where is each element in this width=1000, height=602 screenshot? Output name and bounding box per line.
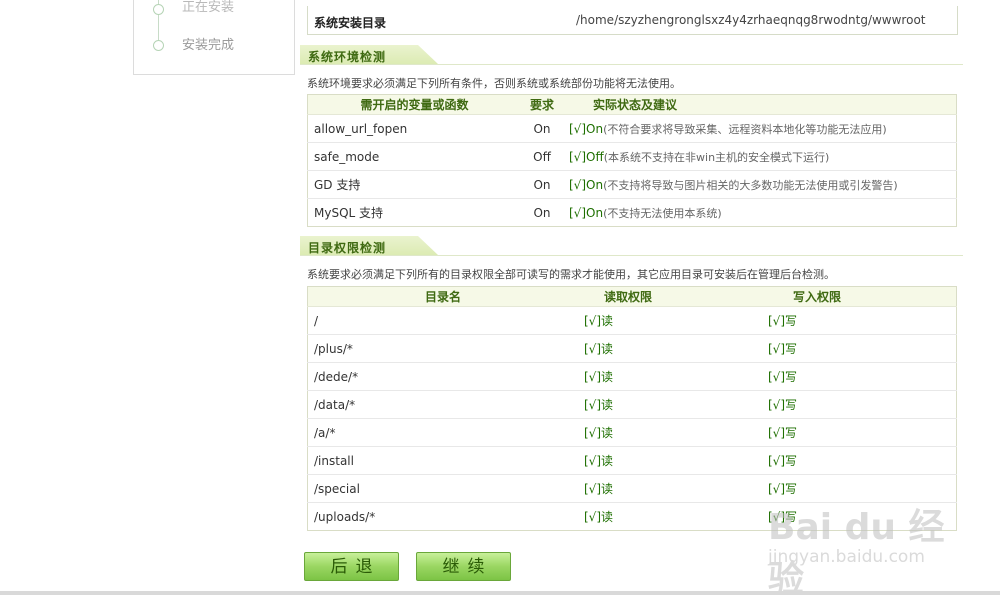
bottom-divider [0,591,1000,595]
env-status-cell: [√]On(不支持将导致与图片相关的大多数功能无法使用或引发警告) [563,170,957,199]
write-permission: [√]写 [678,306,957,335]
env-requirement: On [521,170,563,199]
perm-section-heading: 目录权限检测 [300,236,963,256]
table-row: /a/* [√]读 [√]写 [307,418,957,447]
column-header: 要求 [521,94,563,115]
read-permission: [√]读 [578,418,678,447]
env-var-name: safe_mode [307,142,521,171]
table-row: / [√]读 [√]写 [307,306,957,335]
env-status-cell: [√]On(不支持无法使用本系统) [563,199,957,227]
env-note: (不符合要求将导致采集、远程资料本地化等功能无法应用) [603,122,887,136]
table-row: /install [√]读 [√]写 [307,446,957,475]
env-section-title: 系统环境检测 [308,50,387,64]
dir-name: /dede/* [307,362,578,391]
table-row: GD 支持 On [√]On(不支持将导致与图片相关的大多数功能无法使用或引发警… [307,170,957,199]
env-note: (不支持无法使用本系统) [603,206,722,220]
read-permission: [√]读 [578,306,678,335]
dir-name: /install [307,446,578,475]
column-header: 目录名 [307,286,578,307]
dir-name: / [307,306,578,335]
table-row: MySQL 支持 On [√]On(不支持无法使用本系统) [308,199,957,227]
perm-section-description: 系统要求必须满足下列所有的目录权限全部可读写的需求才能使用，其它应用目录可安装后… [307,268,835,281]
env-status: [√]Off [569,149,604,164]
table-row: safe_mode Off [√]Off(本系统不支持在非win主机的安全模式下… [307,142,957,171]
table-header-row: 需开启的变量或函数 要求 实际状态及建议 [307,94,957,115]
dir-name: /data/* [307,390,578,419]
env-status-cell: [√]Off(本系统不支持在非win主机的安全模式下运行) [563,142,957,171]
env-status: [√]On [569,121,604,136]
dir-name: /a/* [307,418,578,447]
install-steps-panel: 正在安装 安装完成 [133,0,295,75]
env-var-name: GD 支持 [307,170,521,199]
env-requirement: On [533,205,551,220]
write-permission: [√]写 [678,418,957,447]
read-permission: [√]读 [578,474,678,503]
table-row: /data/* [√]读 [√]写 [307,390,957,419]
write-permission: [√]写 [678,334,957,363]
continue-button[interactable]: 继续 [416,552,511,581]
env-section-description: 系统环境要求必须满足下列所有条件，否则系统或系统部份功能将无法使用。 [307,77,681,90]
read-permission: [√]读 [584,510,614,524]
env-var-name: MySQL 支持 [314,206,384,220]
step-dot-icon [153,40,164,51]
column-header: 实际状态及建议 [563,94,957,115]
step-install-complete: 安装完成 [182,38,235,53]
column-header: 写入权限 [678,286,957,307]
read-permission: [√]读 [578,390,678,419]
env-note: (本系统不支持在非win主机的安全模式下运行) [603,150,830,164]
env-check-table: 需开启的变量或函数 要求 实际状态及建议 allow_url_fopen On … [307,94,957,227]
table-row: allow_url_fopen On [√]On(不符合要求将导致采集、远程资料… [307,114,957,143]
env-note: (不支持将导致与图片相关的大多数功能无法使用或引发警告) [603,178,898,192]
write-permission: [√]写 [678,446,957,475]
perm-section-title: 目录权限检测 [308,241,387,255]
dir-name: /uploads/* [314,509,376,524]
env-section-heading: 系统环境检测 [300,45,963,65]
env-status: [√]On [569,177,604,192]
table-header-row: 目录名 读取权限 写入权限 [307,286,957,307]
column-header: 读取权限 [578,286,678,307]
env-requirement: Off [521,142,563,171]
dir-name: /special [307,474,578,503]
back-button[interactable]: 后退 [304,552,399,581]
table-row: /plus/* [√]读 [√]写 [307,334,957,363]
table-row: /dede/* [√]读 [√]写 [307,362,957,391]
install-directory-value: /home/szyzhengronglsxz4y4zrhaeqnqg8rwodn… [576,13,926,27]
install-directory-row: 系统安装目录 /home/szyzhengronglsxz4y4zrhaeqnq… [307,6,958,35]
write-permission: [√]写 [678,390,957,419]
column-header: 需开启的变量或函数 [307,94,521,115]
read-permission: [√]读 [578,446,678,475]
step-dot-icon [153,4,164,15]
env-requirement: On [521,114,563,143]
step-installing: 正在安装 [182,0,235,15]
dir-name: /plus/* [307,334,578,363]
baidu-jingyan-watermark: Bai du 经验 jingyan.baidu.com [766,480,976,600]
env-status: [√]On [569,205,604,220]
read-permission: [√]读 [578,362,678,391]
env-var-name: allow_url_fopen [307,114,521,143]
write-permission: [√]写 [678,362,957,391]
install-directory-label: 系统安装目录 [314,16,387,30]
read-permission: [√]读 [578,334,678,363]
env-status-cell: [√]On(不符合要求将导致采集、远程资料本地化等功能无法应用) [563,114,957,143]
watermark-url: jingyan.baidu.com [768,547,925,567]
